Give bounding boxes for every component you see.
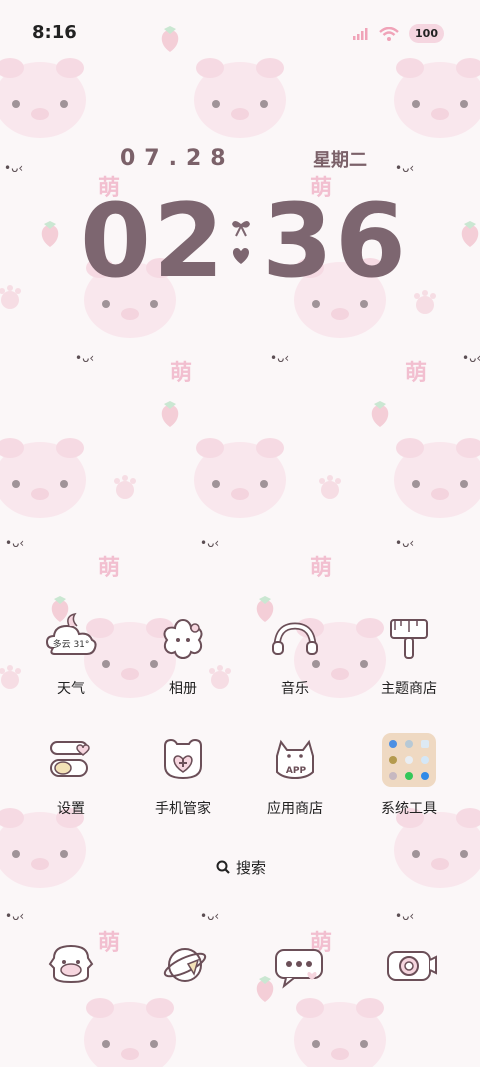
svg-text:•ᴗ‹: •ᴗ‹ [462,351,480,365]
gallery-icon [163,618,203,659]
wifi-icon [379,26,399,41]
app-label: 天气 [57,681,85,697]
app-label: 系统工具 [381,801,437,817]
app-music[interactable]: 音乐 [240,612,350,698]
app-store[interactable]: APP 应用商店 [240,732,350,818]
weekday-text: 星期二 [313,150,367,171]
svg-text:•ᴗ‹: •ᴗ‹ [395,161,414,175]
signal-icon [353,27,368,40]
battery-icon: 100 [409,24,444,43]
app-label: 应用商店 [267,801,323,817]
phone-icon [48,944,94,984]
app-label: 设置 [57,801,85,817]
phone-manager-icon [164,738,202,780]
svg-text:•ᴗ‹: •ᴗ‹ [200,909,219,923]
status-bar: 8:16 100 [0,0,480,68]
app-system-tools-folder[interactable]: 系统工具 [354,732,464,818]
svg-text:•ᴗ‹: •ᴗ‹ [75,351,94,365]
svg-text:•ᴗ‹: •ᴗ‹ [270,351,289,365]
camera-icon [387,951,437,981]
music-icon [272,622,318,655]
date-text: 07.28 [120,146,235,171]
clock-separator-icon [232,221,250,264]
clock-hours: 02 [80,182,226,301]
svg-text:萌: 萌 [405,361,427,386]
settings-icon [50,741,90,777]
app-settings[interactable]: 设置 [16,732,126,818]
theme-store-icon [390,619,428,659]
dock-phone[interactable] [36,930,106,1000]
svg-text:•ᴗ‹: •ᴗ‹ [395,536,414,550]
clock-widget[interactable]: 02 36 [80,182,410,301]
dock-browser[interactable] [150,930,220,1000]
messages-icon [275,949,323,989]
wallpaper: •ᴗ‹ •ᴗ‹•ᴗ‹ •ᴗ‹ •ᴗ‹•ᴗ‹ •ᴗ‹ •ᴗ‹•ᴗ‹ •ᴗ‹ •ᴗ‹ 萌萌萌… [0,26,480,1067]
svg-text:萌: 萌 [98,556,120,581]
svg-text:•ᴗ‹: •ᴗ‹ [4,161,23,175]
app-theme-store[interactable]: 主题商店 [354,612,464,698]
dock-messages[interactable] [264,930,334,1000]
app-weather[interactable]: 多云 31° 天气 [16,612,126,698]
dock-camera[interactable] [376,930,446,1000]
app-gallery[interactable]: 相册 [128,612,238,698]
app-label: 主题商店 [381,681,437,697]
app-store-badge: APP [286,766,307,776]
app-phone-manager[interactable]: 手机管家 [128,732,238,818]
search-button[interactable]: 搜索 [205,850,277,884]
svg-text:•ᴗ‹: •ᴗ‹ [5,536,24,550]
app-store-icon: APP [276,739,314,780]
svg-text:萌: 萌 [310,556,332,581]
clock-minutes: 36 [262,182,408,301]
status-icons: 100 [353,24,444,43]
weather-icon: 多云 31° [45,612,97,655]
svg-text:•ᴗ‹: •ᴗ‹ [5,909,24,923]
search-label: 搜索 [235,858,266,877]
weather-widget-text: 多云 31° [53,638,90,650]
svg-text:•ᴗ‹: •ᴗ‹ [395,909,414,923]
app-label: 相册 [169,681,197,697]
browser-icon [163,948,207,982]
svg-text:萌: 萌 [170,361,192,386]
app-label: 手机管家 [155,801,211,817]
system-tools-folder-icon [382,733,436,787]
search-icon [216,860,230,874]
svg-text:•ᴗ‹: •ᴗ‹ [200,536,219,550]
app-label: 音乐 [281,681,309,697]
status-time: 8:16 [32,22,77,43]
